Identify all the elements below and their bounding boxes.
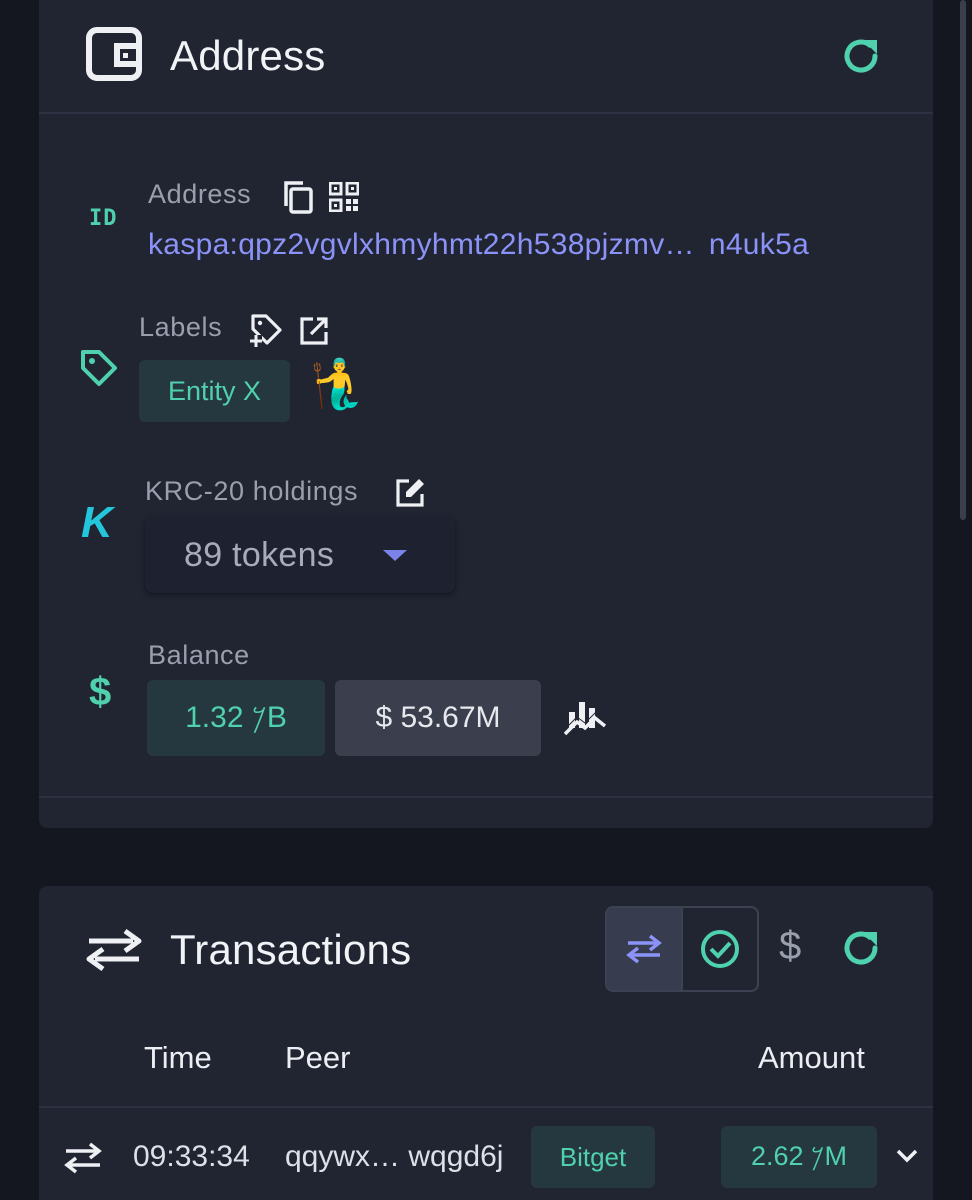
krc20-selected: 89 tokens — [184, 535, 335, 574]
krc20-label: KRC-20 holdings — [145, 476, 359, 506]
balance-label: Balance — [148, 640, 250, 670]
tag-icon — [81, 350, 117, 386]
confirmed-toggle[interactable] — [681, 908, 757, 990]
address-value-start: kaspa:qpz2vgvlxhmyhmt22h538pjzmv… — [148, 228, 695, 261]
address-label: Address — [148, 179, 252, 209]
transactions-card: Transactions $ Time Peer Amount 09:33:34… — [39, 886, 933, 1200]
scrollbar-thumb[interactable] — [960, 0, 966, 520]
tx-view-toggle — [605, 906, 759, 992]
qr-code-icon[interactable] — [329, 182, 359, 212]
transfer-icon — [64, 1142, 102, 1174]
id-icon: ID — [89, 206, 118, 231]
refresh-icon[interactable] — [839, 34, 883, 78]
transfer-icon — [86, 928, 142, 972]
chart-icon[interactable] — [563, 694, 609, 738]
tx-amount-chip: 𐤊 2.62M — [721, 1126, 877, 1188]
usd-balance-chip: $ 53.67M — [335, 680, 541, 756]
check-circle-icon — [701, 930, 739, 968]
add-tag-icon[interactable] — [250, 313, 284, 347]
external-link-icon[interactable] — [299, 316, 329, 346]
wallet-icon — [86, 27, 142, 81]
emoji-label: 🧜‍♂️ — [309, 358, 369, 411]
peer-label-chip[interactable]: Bitget — [531, 1126, 655, 1188]
address-link[interactable]: kaspa:qpz2vgvlxhmyhmt22h538pjzmv… n4uk5a — [148, 228, 809, 262]
krc20-token-dropdown[interactable]: 89 tokens — [145, 517, 455, 593]
column-time[interactable]: Time — [144, 1040, 212, 1076]
all-transactions-toggle[interactable] — [607, 908, 681, 990]
labels-label: Labels — [139, 312, 223, 342]
transfer-icon — [626, 934, 662, 964]
caret-down-icon — [383, 550, 407, 561]
column-amount[interactable]: Amount — [758, 1040, 865, 1076]
krc20-logo: K — [81, 498, 113, 547]
label-chip[interactable]: Entity X — [139, 360, 290, 422]
edit-icon[interactable] — [395, 478, 425, 508]
chevron-down-icon[interactable] — [895, 1148, 919, 1164]
address-bottom-divider — [39, 796, 933, 798]
tx-peer[interactable]: qqywx… wqgd6j — [285, 1140, 503, 1174]
address-value-end: n4uk5a — [708, 228, 810, 261]
tx-time: 09:33:34 — [133, 1140, 250, 1173]
header-divider — [39, 112, 933, 114]
refresh-icon[interactable] — [839, 926, 883, 970]
table-header-divider — [39, 1106, 933, 1108]
transactions-title: Transactions — [170, 926, 412, 973]
address-card: Address ID Address kaspa:qpz2vgvlxhmyhmt… — [39, 0, 933, 828]
copy-icon[interactable] — [282, 180, 314, 214]
column-peer[interactable]: Peer — [285, 1040, 350, 1076]
address-card-title: Address — [170, 32, 326, 79]
dollar-icon: $ — [89, 670, 112, 714]
usd-toggle[interactable]: $ — [779, 924, 801, 969]
kas-balance-chip: 𐤊 1.32B — [147, 680, 325, 756]
